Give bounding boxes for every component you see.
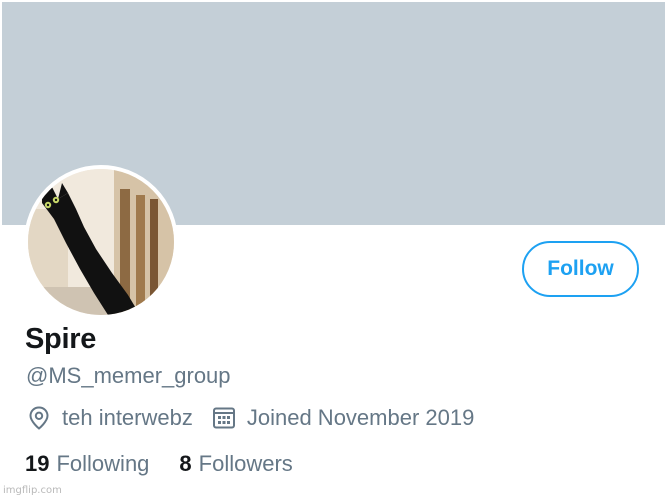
avatar[interactable] bbox=[24, 165, 178, 319]
joined-text: Joined November 2019 bbox=[246, 405, 475, 430]
joined-item: Joined November 2019 bbox=[211, 405, 474, 431]
calendar-icon bbox=[211, 405, 237, 431]
avatar-image bbox=[28, 169, 174, 315]
following-link[interactable]: 19 Following bbox=[25, 451, 149, 477]
followers-link[interactable]: 8 Followers bbox=[179, 451, 292, 477]
profile-page: Follow Spire @MS_memer_group teh interwe… bbox=[0, 0, 667, 500]
location-text: teh interwebz bbox=[62, 405, 193, 430]
profile-meta: teh interwebz Joined November 2019 bbox=[26, 403, 474, 433]
location-item: teh interwebz bbox=[26, 405, 193, 431]
location-pin-icon bbox=[26, 405, 52, 431]
followers-count: 8 bbox=[179, 451, 192, 476]
follow-button[interactable]: Follow bbox=[522, 241, 639, 297]
profile-stats: 19 Following 8 Followers bbox=[25, 450, 293, 478]
following-label: Following bbox=[56, 451, 150, 476]
user-handle: @MS_memer_group bbox=[26, 363, 231, 388]
display-name: Spire bbox=[25, 323, 97, 355]
watermark: imgflip.com bbox=[3, 485, 62, 496]
following-count: 19 bbox=[25, 451, 50, 476]
followers-label: Followers bbox=[198, 451, 293, 476]
